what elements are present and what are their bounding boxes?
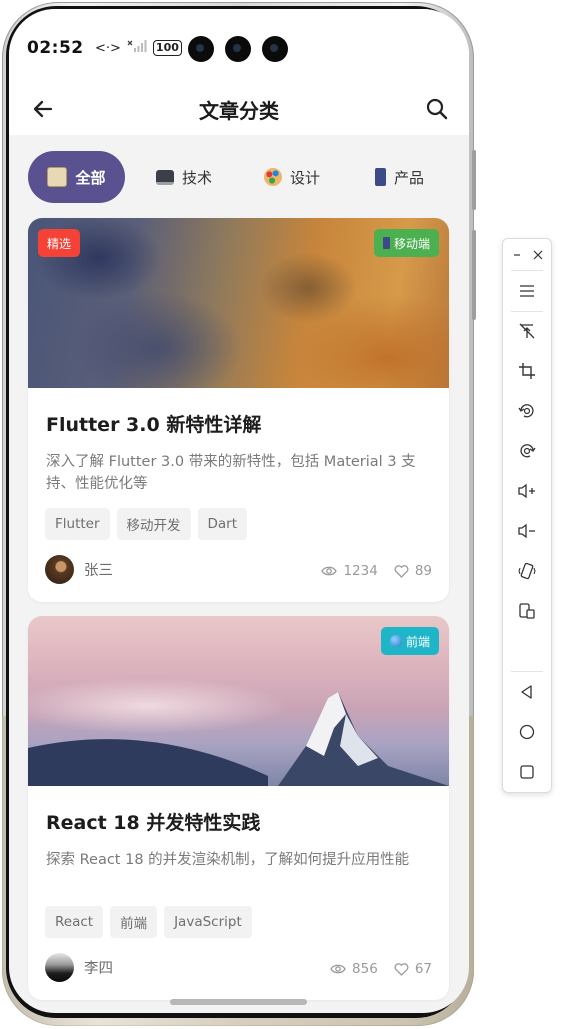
touch-off-icon[interactable]: [503, 311, 551, 351]
phone-icon: [375, 168, 386, 186]
tab-all[interactable]: 全部: [28, 151, 125, 203]
article-tags: React 前端 JavaScript: [45, 906, 252, 938]
phone-icon: [382, 237, 390, 249]
app-screen: 02:52 <·> 100 文章分类 全部 技术 设计 产品 精选 移动端 Fl…: [9, 9, 469, 1013]
tag-chip[interactable]: Dart: [197, 508, 248, 540]
article-tags: Flutter 移动开发 Dart: [45, 508, 248, 540]
avatar: [45, 953, 74, 982]
volume-button: [472, 230, 476, 320]
author-name: 张三: [84, 563, 113, 579]
category-badge-label: 移动端: [393, 236, 430, 251]
category-badge-label: 前端: [405, 634, 430, 649]
signal-icon: [127, 39, 147, 57]
tab-label: 产品: [394, 168, 425, 187]
rotate-left-icon[interactable]: [503, 391, 551, 431]
minimize-icon[interactable]: [507, 245, 527, 265]
menu-icon[interactable]: [503, 271, 551, 311]
article-stats: 1234 89: [321, 563, 432, 579]
app-bar: 文章分类: [9, 81, 469, 135]
eye-icon: [330, 963, 346, 975]
eye-icon: [321, 565, 338, 577]
view-count: 1234: [343, 563, 378, 579]
close-icon[interactable]: [528, 245, 548, 265]
nav-home-icon[interactable]: [503, 712, 551, 752]
article-card[interactable]: 前端 React 18 并发特性实践 探索 React 18 的并发渲染机制，了…: [28, 616, 449, 1000]
screenshot-icon[interactable]: [503, 591, 551, 631]
tab-tech[interactable]: 技术: [156, 151, 212, 203]
tab-label: 全部: [75, 168, 106, 187]
article-description: 深入了解 Flutter 3.0 带来的新特性，包括 Material 3 支持…: [46, 454, 416, 492]
clipboard-icon: [47, 167, 68, 187]
tab-label: 技术: [182, 168, 213, 187]
volume-up-icon[interactable]: [503, 471, 551, 511]
tag-chip[interactable]: JavaScript: [164, 906, 252, 938]
tab-label: 设计: [290, 168, 321, 187]
article-title[interactable]: React 18 并发特性实践: [46, 808, 260, 835]
view-count: 856: [352, 961, 378, 977]
heart-icon[interactable]: [394, 564, 409, 578]
tag-chip[interactable]: 前端: [110, 906, 158, 938]
tag-chip[interactable]: 移动开发: [116, 508, 191, 540]
article-stats: 856 67: [330, 961, 432, 977]
power-button: [472, 150, 476, 210]
article-card[interactable]: 精选 移动端 Flutter 3.0 新特性详解 深入了解 Flutter 3.…: [28, 218, 449, 602]
like-count: 67: [414, 961, 432, 977]
rotate-right-icon[interactable]: [503, 431, 551, 471]
heart-icon[interactable]: [394, 962, 409, 976]
palette-icon: [264, 168, 282, 186]
author-info[interactable]: 李四: [45, 953, 113, 982]
tag-chip[interactable]: Flutter: [45, 508, 110, 540]
tab-design[interactable]: 设计: [264, 151, 320, 203]
category-badge: 前端: [380, 627, 439, 655]
nav-overview-icon[interactable]: [503, 752, 551, 792]
article-title[interactable]: Flutter 3.0 新特性详解: [46, 410, 261, 437]
author-info[interactable]: 张三: [45, 555, 113, 584]
tag-chip[interactable]: React: [45, 906, 104, 938]
category-tabs: 全部 技术 设计 产品: [9, 147, 469, 207]
like-count: 89: [414, 563, 432, 579]
nav-back-icon[interactable]: [503, 672, 551, 712]
article-description: 探索 React 18 的并发渲染机制，了解如何提升应用性能: [46, 852, 410, 868]
volume-down-icon[interactable]: [503, 511, 551, 551]
author-name: 李四: [84, 961, 113, 977]
emulator-toolbar: [502, 238, 552, 793]
shake-icon[interactable]: [503, 551, 551, 591]
status-icons: <·> 100: [95, 39, 182, 57]
tab-product[interactable]: 产品: [375, 151, 424, 203]
avatar: [45, 555, 74, 584]
front-camera: [188, 36, 214, 62]
globe-icon: [389, 635, 402, 647]
home-indicator[interactable]: [170, 999, 307, 1005]
category-badge: 移动端: [373, 229, 439, 257]
laptop-icon: [156, 169, 174, 185]
crop-icon[interactable]: [503, 351, 551, 391]
data-transfer-icon: <·>: [95, 40, 121, 56]
status-bar: 02:52 <·> 100: [9, 9, 469, 81]
page-title: 文章分类: [199, 99, 279, 123]
front-sensor: [225, 36, 251, 62]
search-icon[interactable]: [425, 97, 449, 121]
status-time: 02:52: [27, 38, 84, 58]
front-camera-secondary: [262, 36, 288, 62]
featured-badge: 精选: [38, 229, 81, 257]
battery-icon: 100: [152, 40, 182, 56]
